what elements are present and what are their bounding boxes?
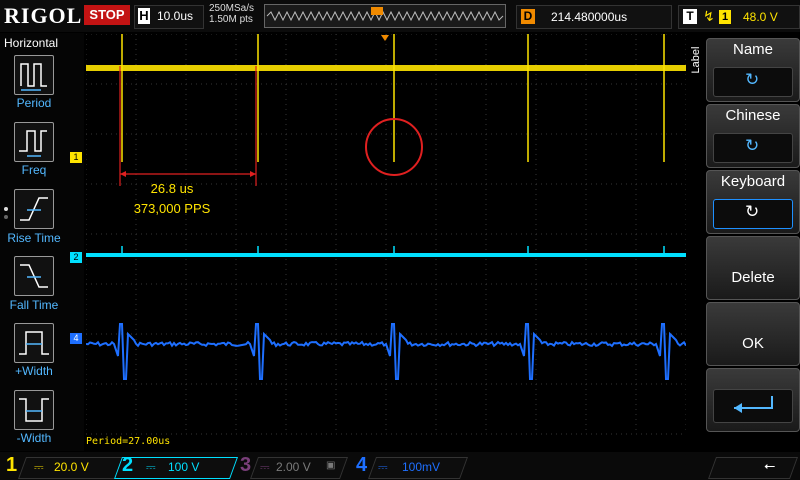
ok-label: OK bbox=[742, 335, 764, 352]
channel-2-scale: 100 V bbox=[168, 460, 200, 474]
graticule bbox=[86, 34, 686, 435]
trigger-display[interactable]: T ↯ 1 48.0 V bbox=[678, 5, 800, 29]
rate-annotation: 373,000 PPS bbox=[133, 201, 211, 216]
memory-depth: 1.50M pts bbox=[209, 14, 253, 25]
trigger-position-marker bbox=[381, 35, 389, 41]
channel-1-trace bbox=[86, 34, 686, 162]
delay-display[interactable]: D 214.480000us bbox=[516, 5, 672, 29]
dc-coupling-icon: ⎓ bbox=[378, 460, 388, 474]
fall-time-label: Fall Time bbox=[9, 298, 59, 312]
rise-time-icon bbox=[20, 197, 48, 221]
waveform-display[interactable] bbox=[86, 34, 686, 444]
memory-overview-strip[interactable] bbox=[264, 4, 506, 28]
positive-width-button[interactable] bbox=[14, 323, 54, 363]
trigger-label: T bbox=[683, 9, 697, 24]
timebase-value: 10.0us bbox=[157, 9, 194, 23]
chinese-label: Chinese bbox=[725, 107, 781, 124]
fall-time-button[interactable] bbox=[14, 256, 54, 296]
period-label: Period bbox=[16, 96, 52, 110]
knob-icon: ↻ bbox=[713, 133, 793, 163]
channel-4-scale: 100mV bbox=[402, 460, 441, 474]
timebase-label: H bbox=[138, 8, 150, 24]
brand-logo: RIGOL bbox=[4, 3, 83, 28]
acquisition-info: 250MSa/s 1.50M pts bbox=[209, 3, 254, 25]
delay-label: D bbox=[521, 9, 535, 24]
negative-width-label: -Width bbox=[16, 431, 52, 445]
page-dot-1 bbox=[4, 207, 8, 211]
sample-rate: 250MSa/s bbox=[209, 3, 255, 14]
channel-4-number[interactable]: 4 bbox=[356, 454, 367, 477]
falling-edge-icon: ↯ bbox=[703, 8, 715, 24]
label-tab-text: Label bbox=[690, 46, 702, 74]
negative-width-icon bbox=[19, 398, 49, 422]
keyboard-label: Keyboard bbox=[720, 173, 786, 190]
knob-icon: ↻ bbox=[713, 67, 793, 97]
channel-2-trace bbox=[86, 246, 686, 257]
usb-status-box bbox=[707, 457, 799, 479]
knob-icon: ↻ bbox=[713, 199, 793, 229]
channel-2-number[interactable]: 2 bbox=[122, 454, 133, 477]
measure-menu-title: Horizontal bbox=[4, 36, 59, 50]
name-label: Name bbox=[732, 41, 773, 58]
channel-4-trace bbox=[86, 323, 686, 380]
period-icon bbox=[20, 63, 47, 91]
measurement-status: Period=27.00us bbox=[86, 436, 171, 447]
delay-value: 214.480000us bbox=[551, 10, 628, 24]
trigger-level: 48.0 V bbox=[743, 10, 778, 24]
delete-button[interactable]: Delete bbox=[706, 236, 800, 300]
frequency-icon bbox=[19, 130, 47, 157]
channel-2-marker[interactable]: 2 bbox=[70, 252, 82, 263]
enter-button[interactable] bbox=[706, 368, 800, 432]
rise-time-button[interactable] bbox=[14, 189, 54, 229]
timebase-display[interactable]: H 10.0us bbox=[134, 5, 204, 29]
channel-4-marker[interactable]: 4 bbox=[70, 333, 82, 344]
channel-1-marker[interactable]: 1 bbox=[70, 152, 82, 163]
channel-bar: 1 ⎓ 20.0 V 2 ⎓ 100 V 3 ⎓ 2.00 V ▣ 4 ⎓ 10… bbox=[0, 452, 800, 480]
trigger-source: 1 bbox=[719, 10, 731, 24]
fall-time-icon bbox=[20, 264, 48, 288]
negative-width-button[interactable] bbox=[14, 390, 54, 430]
rise-time-label: Rise Time bbox=[7, 231, 61, 245]
label-tab: Label bbox=[686, 38, 704, 88]
freq-label: Freq bbox=[21, 163, 47, 177]
memory-waveform-icon bbox=[266, 7, 504, 22]
name-button[interactable]: Name ↻ bbox=[706, 38, 800, 102]
ok-button[interactable]: OK bbox=[706, 302, 800, 366]
dc-coupling-icon: ⎓ bbox=[146, 460, 156, 474]
channel-1-scale: 20.0 V bbox=[54, 460, 89, 474]
page-dot-2 bbox=[4, 215, 8, 219]
run-stop-indicator[interactable]: STOP bbox=[84, 5, 130, 25]
freq-button[interactable] bbox=[14, 122, 54, 162]
period-button[interactable] bbox=[14, 55, 54, 95]
positive-width-icon bbox=[19, 331, 49, 355]
usb-icon: ⭠ bbox=[764, 457, 776, 473]
bandwidth-limit-icon: ▣ bbox=[326, 460, 336, 471]
keyboard-button[interactable]: Keyboard ↻ bbox=[706, 170, 800, 234]
positive-width-label: +Width bbox=[15, 364, 53, 378]
top-status-bar: RIGOL STOP H 10.0us 250MSa/s 1.50M pts D… bbox=[0, 0, 800, 32]
dc-coupling-icon: ⎓ bbox=[260, 460, 270, 474]
dc-coupling-icon: ⎓ bbox=[34, 460, 44, 474]
chinese-button[interactable]: Chinese ↻ bbox=[706, 104, 800, 168]
channel-1-number[interactable]: 1 bbox=[6, 454, 17, 477]
interval-annotation: 26.8 us bbox=[150, 181, 194, 196]
channel-3-number[interactable]: 3 bbox=[240, 454, 251, 477]
memory-position-marker bbox=[371, 7, 383, 15]
enter-icon bbox=[713, 389, 793, 423]
channel-3-scale: 2.00 V bbox=[276, 460, 311, 474]
delete-label: Delete bbox=[731, 269, 775, 286]
